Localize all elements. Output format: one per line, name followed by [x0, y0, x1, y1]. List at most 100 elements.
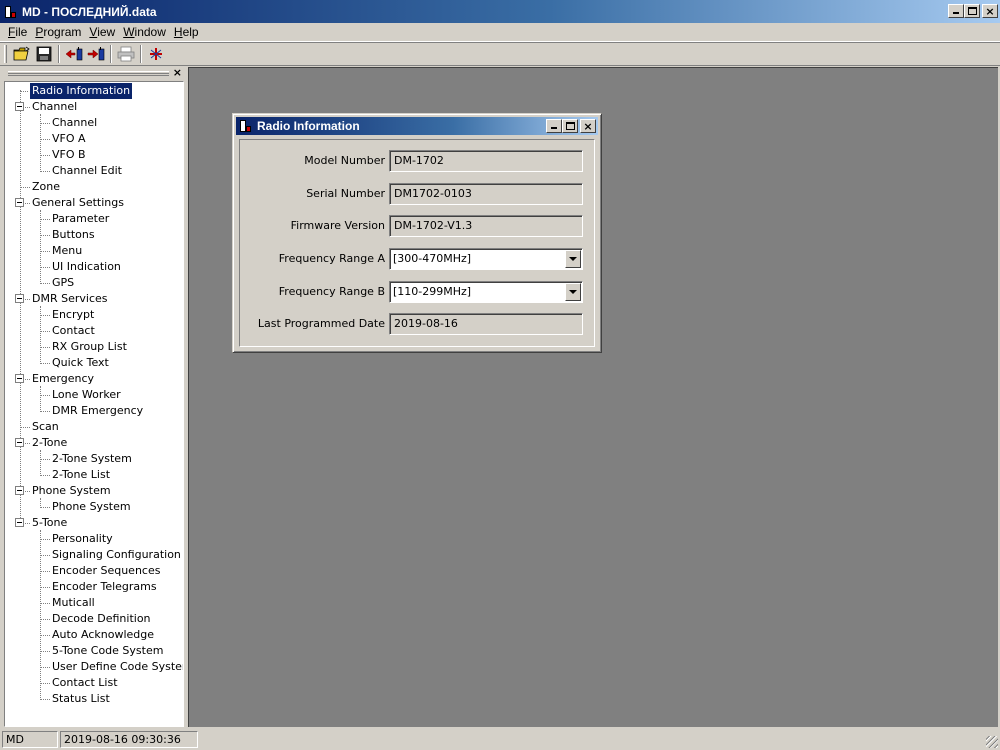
tree-connector [40, 315, 50, 316]
tree-connector [40, 267, 50, 268]
menu-window[interactable]: Window [119, 25, 170, 39]
toolbar-separator [110, 45, 112, 63]
collapse-icon[interactable] [15, 374, 24, 383]
tree-child-node[interactable]: Encoder Sequences [5, 563, 183, 579]
tree-child-node[interactable]: Status List [5, 691, 183, 707]
collapse-icon[interactable] [15, 102, 24, 111]
tree-node[interactable]: Channel [5, 99, 183, 115]
maximize-icon [566, 122, 575, 130]
tree-child-node[interactable]: Encoder Telegrams [5, 579, 183, 595]
tree-child-node[interactable]: User Define Code System [5, 659, 183, 675]
radio-information-window: Radio Information × Model Number DM-1702… [232, 113, 602, 353]
tree-child-node[interactable]: VFO B [5, 147, 183, 163]
collapse-icon[interactable] [15, 518, 24, 527]
tree-child-node[interactable]: Auto Acknowledge [5, 627, 183, 643]
tree-node-label: Muticall [52, 596, 95, 609]
tree-view[interactable]: Radio Information Channel Channel VFO A VFO … [4, 81, 184, 727]
tree-connector [20, 427, 30, 428]
last-programmed-date-row: Last Programmed Date 2019-08-16 [240, 313, 596, 335]
tree-child-node[interactable]: 2-Tone List [5, 467, 183, 483]
tree-inner: Radio Information Channel Channel VFO A VFO … [5, 82, 183, 707]
print-button[interactable] [115, 44, 137, 64]
tree-child-node[interactable]: Personality [5, 531, 183, 547]
save-button[interactable] [33, 44, 55, 64]
tree-child-node[interactable]: Buttons [5, 227, 183, 243]
tree-child-node[interactable]: VFO A [5, 131, 183, 147]
tree-node[interactable]: 5-Tone [5, 515, 183, 531]
menu-view[interactable]: View [85, 25, 119, 39]
tree-child-node[interactable]: Decode Definition [5, 611, 183, 627]
firmware-version-label: Firmware Version [290, 219, 385, 232]
frequency-range-b-select[interactable]: [110-299MHz] [389, 281, 583, 303]
tree-node[interactable]: DMR Services [5, 291, 183, 307]
tree-connector [40, 395, 50, 396]
tree-child-node[interactable]: Signaling Configuration [5, 547, 183, 563]
menu-help[interactable]: Help [170, 25, 203, 39]
child-window-icon[interactable] [239, 119, 253, 133]
tree-node[interactable]: 2-Tone [5, 435, 183, 451]
pane-close-icon[interactable]: × [173, 66, 182, 79]
write-to-radio-button[interactable] [85, 44, 107, 64]
chevron-down-icon[interactable] [565, 250, 581, 268]
tree-child-node[interactable]: Channel [5, 115, 183, 131]
collapse-icon[interactable] [15, 486, 24, 495]
tree-node-label: Signaling Configuration [52, 548, 181, 561]
tree-connector [40, 155, 50, 156]
open-button[interactable] [11, 44, 33, 64]
tree-node[interactable]: Scan [5, 419, 183, 435]
pane-grip[interactable] [8, 71, 169, 76]
collapse-icon[interactable] [15, 294, 24, 303]
tree-child-node[interactable]: Parameter [5, 211, 183, 227]
child-maximize-button[interactable] [562, 119, 578, 133]
read-from-radio-button[interactable] [63, 44, 85, 64]
chevron-down-icon[interactable] [565, 283, 581, 301]
child-title-bar[interactable]: Radio Information × [236, 117, 598, 135]
maximize-button[interactable] [964, 4, 980, 18]
tree-node[interactable]: Radio Information [5, 82, 183, 100]
tree-child-node[interactable]: Menu [5, 243, 183, 259]
tree-child-node[interactable]: DMR Emergency [5, 403, 183, 419]
tree-node-label: Parameter [52, 212, 110, 225]
collapse-icon[interactable] [15, 438, 24, 447]
tree-node[interactable]: General Settings [5, 195, 183, 211]
tree-node[interactable]: Emergency [5, 371, 183, 387]
tree-child-node[interactable]: Contact List [5, 675, 183, 691]
collapse-icon[interactable] [15, 198, 24, 207]
toolbar-separator [140, 45, 142, 63]
tree-child-node[interactable]: GPS [5, 275, 183, 291]
toolbar-grip[interactable] [4, 45, 7, 63]
tree-child-node[interactable]: Channel Edit [5, 163, 183, 179]
minimize-button[interactable] [948, 4, 964, 18]
tree-connector [40, 347, 50, 348]
tree-connector [40, 683, 50, 684]
menu-file[interactable]: File [4, 25, 31, 39]
tree-connector [40, 603, 50, 604]
close-button[interactable]: × [982, 4, 998, 18]
menu-program[interactable]: Program [31, 25, 85, 39]
tree-node[interactable]: Phone System [5, 483, 183, 499]
tree-child-node[interactable]: Contact [5, 323, 183, 339]
about-button[interactable] [145, 44, 167, 64]
tree-child-node[interactable]: 2-Tone System [5, 451, 183, 467]
minimize-icon [551, 127, 557, 129]
frequency-range-a-select[interactable]: [300-470MHz] [389, 248, 583, 270]
app-icon[interactable] [4, 5, 18, 19]
tree-child-node[interactable]: UI Indication [5, 259, 183, 275]
tree-child-node[interactable]: Encrypt [5, 307, 183, 323]
tree-node-label: 2-Tone System [52, 452, 132, 465]
title-bar[interactable]: MD - ПОСЛЕДНИЙ.data × [0, 0, 1000, 23]
resize-grip-icon[interactable] [986, 736, 998, 748]
close-icon: × [583, 119, 593, 133]
child-close-button[interactable]: × [580, 119, 596, 133]
tree-child-node[interactable]: RX Group List [5, 339, 183, 355]
tree-child-node[interactable]: 5-Tone Code System [5, 643, 183, 659]
tree-child-node[interactable]: Phone System [5, 499, 183, 515]
tree-node[interactable]: Zone [5, 179, 183, 195]
tree-child-node[interactable]: Quick Text [5, 355, 183, 371]
tree-child-node[interactable]: Muticall [5, 595, 183, 611]
frequency-range-a-row: Frequency Range A [300-470MHz] [240, 248, 596, 270]
frequency-range-b-row: Frequency Range B [110-299MHz] [240, 281, 596, 303]
tree-child-node[interactable]: Lone Worker [5, 387, 183, 403]
tree-connector [40, 283, 50, 284]
child-minimize-button[interactable] [546, 119, 562, 133]
